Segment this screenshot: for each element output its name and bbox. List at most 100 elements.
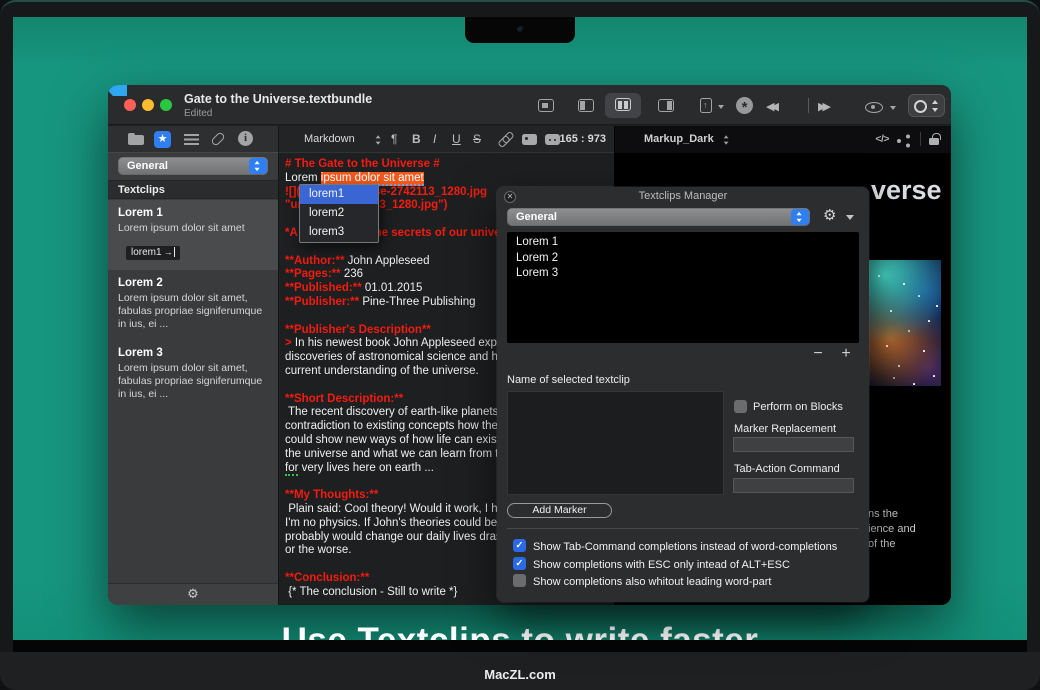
editor-line[interactable]: # The Gate to the Universe # [285,158,614,172]
tag-icon[interactable] [108,85,127,96]
forward-icon[interactable]: ▶▶ [818,100,827,113]
editor-text-segment: contradiction to existing concepts how t… [285,420,498,432]
textclip-title: Lorem 3 [118,347,268,359]
remove-clip-button[interactable]: − [807,345,829,363]
format-toolbar: Markdown ¶ B I U S 165 : 973 [278,126,614,153]
textclip-title: Lorem 2 [118,277,268,289]
completion-option-row[interactable]: Show completions also whitout leading wo… [513,573,861,590]
panel-split-button-selected[interactable] [605,93,641,118]
editor-text-segment: The recent discovery of earth-like plane… [285,406,501,418]
eye-icon[interactable] [865,102,883,113]
eye-chevron-icon[interactable] [890,106,896,110]
panel-square-icon[interactable] [538,99,554,112]
checkbox[interactable]: ✓ [513,557,526,570]
editor-text-segment: In his newest book John Appleseed expl [295,337,500,349]
list-icon[interactable] [184,134,199,136]
clip-content-textarea[interactable] [507,391,724,495]
comment-icon[interactable] [545,134,560,145]
completion-option-row[interactable]: ✓ Show completions with ESC only intead o… [513,556,861,573]
code-icon[interactable]: </> [875,133,889,145]
perform-on-blocks-label: Perform on Blocks [753,401,843,413]
preview-theme-dropdown[interactable]: Markup_Dark [644,133,714,145]
gear-icon[interactable]: ⚙ [823,206,836,224]
sidebar-footer-bar[interactable]: ⚙ [108,583,278,605]
add-clip-button[interactable]: + [835,345,857,363]
checkbox[interactable] [513,574,526,587]
strikethrough-button[interactable]: S [473,132,481,146]
stepper-arrows-icon [932,100,939,112]
add-marker-button[interactable]: Add Marker [507,503,612,518]
gear-chevron-icon[interactable] [846,215,854,220]
textclip-description: Lorem ipsum dolor sit amet, fabulas prop… [118,362,270,401]
dialog-divider [507,528,859,529]
minimize-traffic-light[interactable] [142,99,154,111]
preview-heading-fragment: verse [871,175,942,206]
preview-toolbar: Markup_Dark </> [614,126,951,153]
info-icon[interactable]: i [238,131,253,146]
editor-text-segment: probably would change our daily lives dr… [285,531,502,543]
checkbox[interactable] [734,400,747,413]
panel-right-icon[interactable] [658,99,674,112]
sidebar-textclip-item[interactable]: Lorem 2 Lorem ipsum dolor sit amet, fabu… [108,270,278,340]
word-character-counter: 165 : 973 [560,133,606,145]
editor-text-segment: current understanding of the universe. [285,365,479,377]
sidebar-textclip-item[interactable]: Lorem 3 Lorem ipsum dolor sit amet, fabu… [108,340,278,410]
bold-button[interactable]: B [412,132,421,146]
textclip-description: Lorem ipsum dolor sit amet, fabulas prop… [118,292,270,331]
laptop-frame: Gate to the Universe.textbundle Edited *… [0,0,1040,690]
editor-text-segment: Pine-Three Publishing [359,296,475,308]
completion-item[interactable]: lorem2 [300,204,378,223]
export-document-icon[interactable] [700,98,712,113]
gear-icon[interactable]: ⚙ [187,587,199,602]
paperclip-icon[interactable] [210,131,226,147]
sidebar-section-header: Textclips [108,180,278,199]
manager-clip-list[interactable]: Lorem 1Lorem 2Lorem 3 [507,232,859,343]
syntax-mode-dropdown[interactable]: Markdown [304,133,355,145]
close-traffic-light[interactable] [124,99,136,111]
completion-popup: lorem1lorem2lorem3 [299,184,379,243]
completion-option-row[interactable]: ✓Show Tab-Command completions instead of… [513,538,861,555]
rewind-icon[interactable]: ◀◀ [766,100,775,113]
mode-stepper-icon[interactable] [376,135,382,145]
manager-options: ✓Show Tab-Command completions instead of… [513,538,861,591]
folder-icon[interactable] [128,135,144,145]
checkbox-label: Show completions with ESC only intead of… [533,558,790,570]
sidebar-textclip-item[interactable]: Lorem 1 Lorem ipsum dolor sit amet lorem… [108,200,278,270]
sidebar-group-dropdown[interactable]: General [118,157,268,175]
perform-on-blocks-row[interactable]: Perform on Blocks [734,398,843,416]
manager-group-dropdown[interactable]: General [507,208,810,226]
editor-text-segment: I'm no physics. If John's theories could… [285,517,497,529]
share-icon[interactable] [897,134,911,146]
textclip-title: Lorem 1 [118,207,268,219]
manager-clip-row[interactable]: Lorem 2 [507,251,859,267]
lock-icon[interactable] [929,138,939,145]
manager-group-dropdown-label: General [516,211,557,223]
tab-action-command-input[interactable] [733,478,854,493]
favorites-star-icon[interactable]: ★ [154,131,171,148]
preview-text-fragment: ience and [868,522,916,537]
zoom-traffic-light[interactable] [160,99,172,111]
italic-button[interactable]: I [433,132,436,146]
asterisk-icon[interactable]: * [736,97,753,114]
counter-stepper[interactable] [908,94,945,117]
panel-split-icon [615,98,631,111]
editor-text-segment: 01.01.2015 [362,282,423,294]
marker-replacement-label: Marker Replacement [734,423,836,435]
theme-stepper-icon[interactable] [724,135,730,145]
completion-item[interactable]: lorem3 [300,223,378,242]
checkbox[interactable]: ✓ [513,539,526,552]
textclips-manager-dialog: ✕ Textclips Manager General ⚙ Lorem 1Lor… [497,187,869,602]
marker-replacement-input[interactable] [733,437,854,452]
manager-clip-row[interactable]: Lorem 1 [507,235,859,251]
export-chevron-icon[interactable] [718,105,724,109]
link-icon[interactable] [498,134,512,146]
editor-text-segment: John Appleseed [344,255,429,267]
manager-clip-row[interactable]: Lorem 3 [507,266,859,282]
panel-left-icon[interactable] [578,99,594,112]
pilcrow-icon[interactable]: ¶ [391,132,397,146]
editor-text-segment: **Published:** [285,282,362,294]
brand-watermark: MacZL.com [0,667,1040,682]
completion-item[interactable]: lorem1 [300,185,378,204]
image-icon[interactable] [522,134,537,145]
underline-button[interactable]: U [452,132,461,146]
